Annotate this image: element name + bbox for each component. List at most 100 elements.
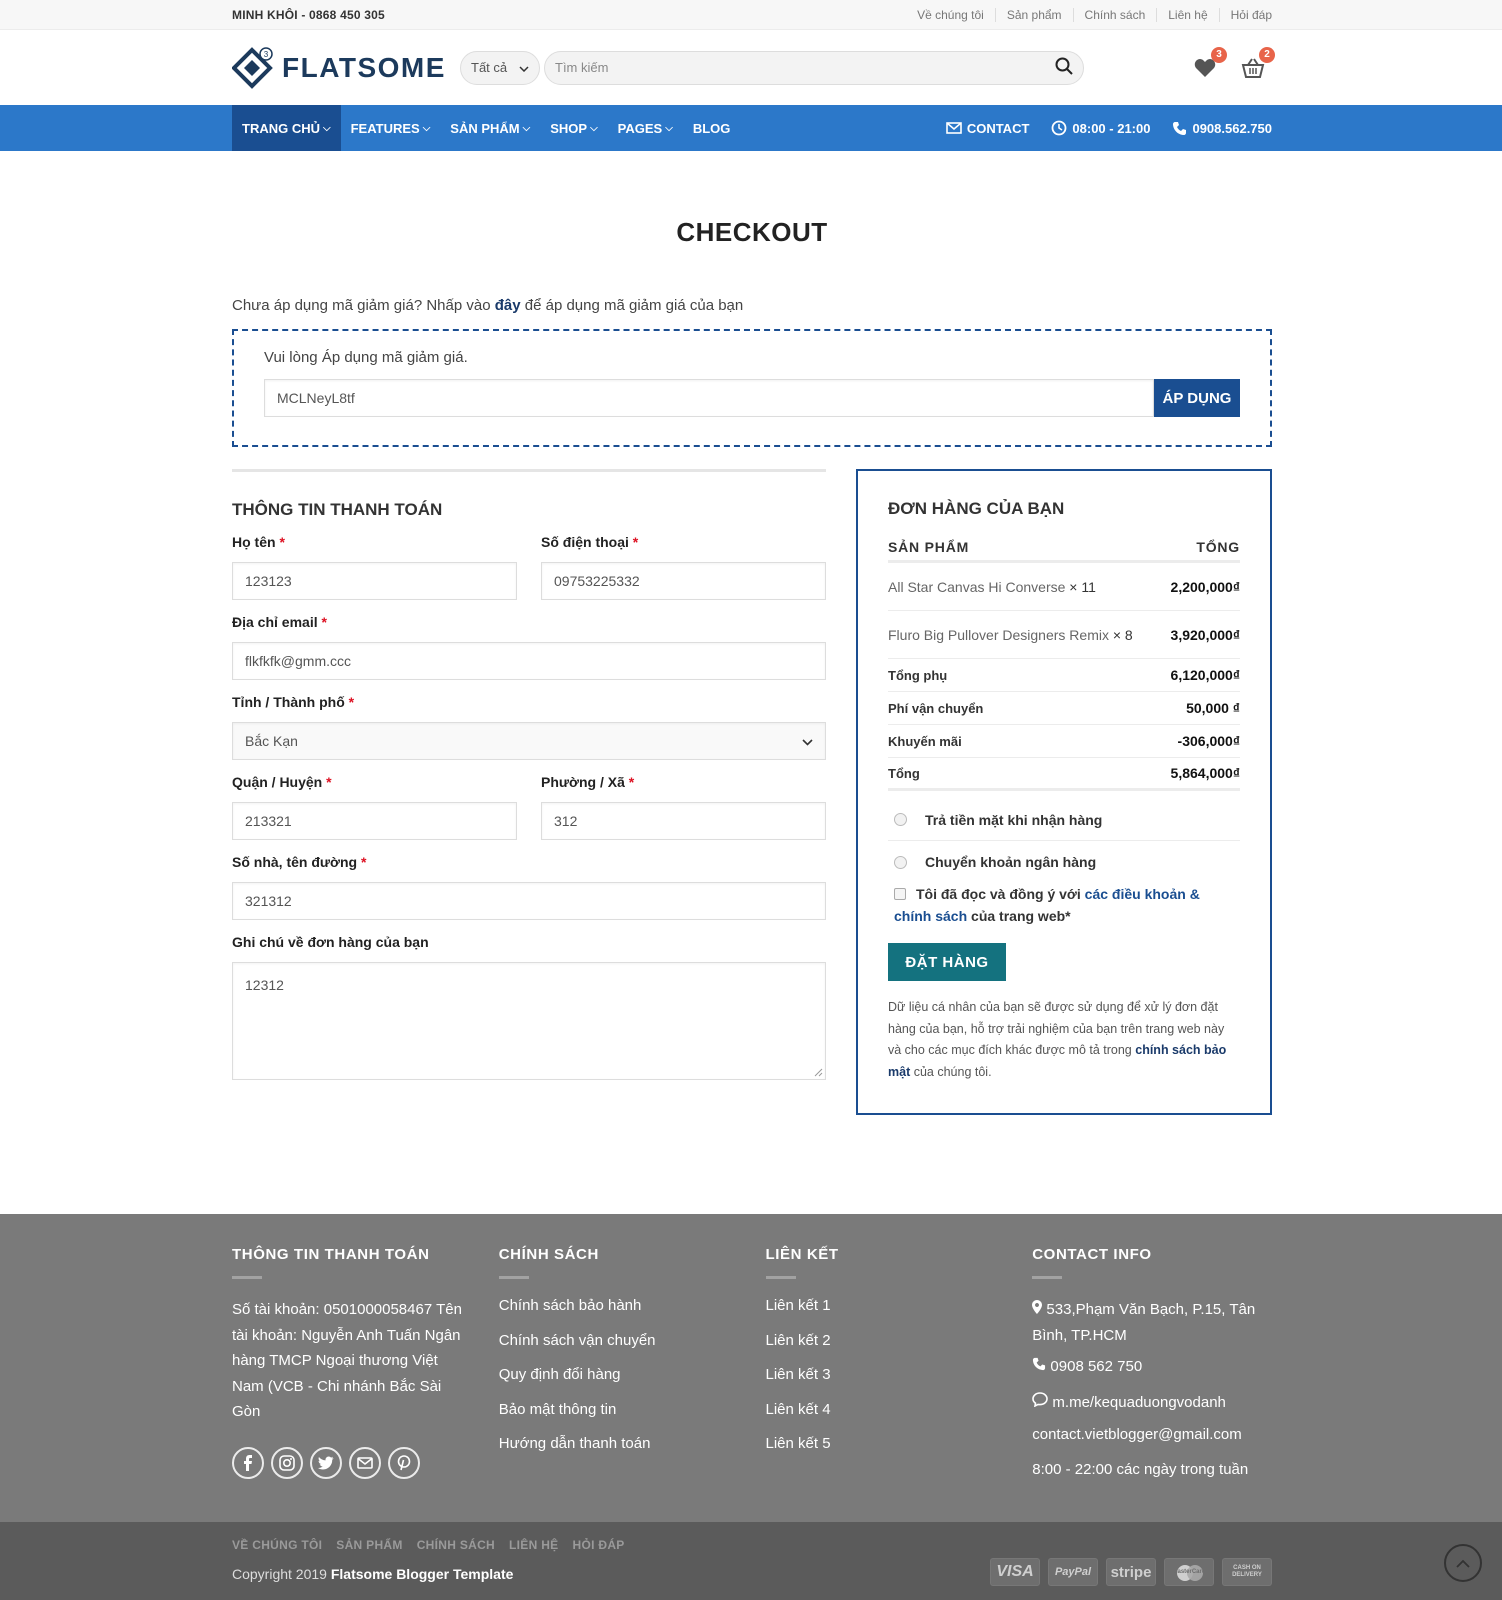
ward-field[interactable]: 312: [541, 802, 826, 840]
nav-item-pages[interactable]: PAGES ⌵: [608, 105, 683, 151]
mastercard-text: MasterCard: [1172, 1569, 1206, 1575]
copyright-brand: Flatsome Blogger Template: [330, 1566, 514, 1582]
bottom-link-about[interactable]: VỀ CHÚNG TÔI: [232, 1538, 322, 1552]
logo[interactable]: 3 FLATSOME: [232, 46, 460, 90]
terms-checkbox[interactable]: [894, 888, 906, 900]
district-field[interactable]: 213321: [232, 802, 517, 840]
coupon-prompt-text: Chưa áp dụng mã giảm giá? Nhấp vào: [232, 297, 491, 314]
order-table-header: SẢN PHẨM TỔNG: [888, 533, 1240, 563]
pinterest-icon[interactable]: [388, 1446, 420, 1479]
chevron-down-icon: ⌵: [665, 122, 673, 134]
footer-divider: [232, 1276, 262, 1279]
place-order-button[interactable]: ĐẶT HÀNG: [888, 943, 1006, 981]
footer-link-2[interactable]: Liên kết 2: [766, 1332, 1033, 1367]
footer-email[interactable]: contact.vietblogger@gmail.com: [1032, 1426, 1272, 1461]
footer-link-privacy[interactable]: Bảo mật thông tin: [499, 1401, 766, 1436]
footer-address: 533,Phạm Văn Bạch, P.15, Tân Bình, TP.HC…: [1032, 1297, 1272, 1348]
top-link-faq[interactable]: Hỏi đáp: [1218, 8, 1272, 22]
coupon-input[interactable]: MCLNeyL8tf: [264, 379, 1154, 417]
footer-link-1[interactable]: Liên kết 1: [766, 1297, 1033, 1332]
name-label: Họ tên *: [232, 534, 285, 550]
cod-radio[interactable]: [894, 813, 907, 826]
total-label: Tổng: [888, 765, 920, 781]
discount-label: Khuyến mãi: [888, 733, 962, 749]
phone-label: Số điện thoại *: [541, 534, 639, 550]
email-field[interactable]: flkfkfk@gmm.ccc: [232, 642, 826, 680]
copyright-text: Copyright 2019: [232, 1566, 327, 1582]
back-to-top-button[interactable]: [1444, 1544, 1482, 1582]
stripe-icon: stripe: [1106, 1558, 1156, 1586]
bottom-bar: VỀ CHÚNG TÔI SẢN PHẨM CHÍNH SÁCH LIÊN HỆ…: [0, 1522, 1502, 1600]
bank-info-text: Số tài khoản: 0501000058467 Tên tài khoả…: [232, 1301, 462, 1420]
header-icons: 3 2: [1192, 46, 1275, 81]
facebook-icon[interactable]: [232, 1446, 264, 1479]
shipping-row: Phí vận chuyển 50,000 ₫: [888, 692, 1240, 725]
terms-text-after: của trang web: [971, 908, 1066, 924]
footer-address-text: 533,Phạm Văn Bạch, P.15, Tân Bình, TP.HC…: [1032, 1301, 1256, 1344]
notes-textarea[interactable]: 12312: [232, 962, 826, 1080]
street-field[interactable]: 321312: [232, 882, 826, 920]
required-mark: *: [326, 774, 332, 790]
order-item-name: All Star Canvas Hi Converse × 11: [888, 578, 1096, 595]
nav-contact[interactable]: CONTACT: [946, 121, 1029, 136]
cart-button[interactable]: 2: [1240, 46, 1275, 81]
nav-item-shop[interactable]: SHOP ⌵: [540, 105, 607, 151]
top-link-products[interactable]: Sản phẩm: [994, 8, 1073, 22]
top-link-about[interactable]: Về chúng tôi: [906, 8, 995, 22]
category-select[interactable]: Tất cả: [460, 50, 540, 85]
coupon-toggle-link[interactable]: đây: [495, 297, 521, 314]
nav-item-features[interactable]: FEATURES ⌵: [341, 105, 441, 151]
nav-right: CONTACT 08:00 - 21:00 0908.562.750: [946, 120, 1272, 136]
chevron-down-icon: ⌵: [323, 122, 331, 134]
name-field[interactable]: 123123: [232, 562, 517, 600]
instagram-icon[interactable]: [271, 1446, 303, 1479]
nav-phone-label: 0908.562.750: [1192, 120, 1272, 136]
bottom-links: VỀ CHÚNG TÔI SẢN PHẨM CHÍNH SÁCH LIÊN HỆ…: [232, 1538, 1272, 1552]
bottom-link-products[interactable]: SẢN PHẨM: [336, 1538, 402, 1552]
cod-label: Trả tiền mặt khi nhận hàng: [925, 811, 1103, 828]
email-icon[interactable]: [349, 1446, 381, 1479]
social-icons: [232, 1446, 499, 1479]
nav-phone[interactable]: 0908.562.750: [1172, 121, 1272, 136]
footer-link-shipping[interactable]: Chính sách vận chuyển: [499, 1332, 766, 1367]
required-mark: *: [348, 694, 355, 710]
payment-method-bank[interactable]: Chuyển khoản ngân hàng: [888, 841, 1240, 883]
apply-coupon-button[interactable]: ÁP DỤNG: [1154, 379, 1240, 417]
main-nav: TRANG CHỦ ⌵ FEATURES ⌵ SẢN PHẨM ⌵ SHOP ⌵ PAG…: [0, 105, 1502, 151]
nav-item-home[interactable]: TRANG CHỦ ⌵: [232, 105, 341, 151]
nav-item-blog[interactable]: BLOG: [683, 105, 741, 151]
footer-messenger-text: m.me/kequaduongvodanh: [1052, 1393, 1226, 1411]
bottom-link-policy[interactable]: CHÍNH SÁCH: [417, 1538, 495, 1552]
footer-link-4[interactable]: Liên kết 4: [766, 1401, 1033, 1436]
phone-field[interactable]: 09753225332: [541, 562, 826, 600]
phone-group: Số điện thoại * 09753225332: [541, 534, 826, 600]
bottom-link-faq[interactable]: HỎI ĐÁP: [572, 1538, 624, 1552]
notes-group: Ghi chú về đơn hàng của bạn 12312: [232, 934, 826, 1080]
top-link-policy[interactable]: Chính sách: [1072, 8, 1157, 22]
twitter-icon[interactable]: [310, 1446, 342, 1479]
city-select[interactable]: Bắc Kạn: [232, 722, 826, 760]
wishlist-count-badge: 3: [1211, 46, 1227, 63]
footer-link-5[interactable]: Liên kết 5: [766, 1435, 1033, 1470]
discount-value: -306,000₫: [1177, 733, 1240, 749]
search-icon[interactable]: [1055, 57, 1073, 78]
cash-on-delivery-icon: CASH ON DELIVERY: [1222, 1558, 1272, 1586]
nav-hours-label: 08:00 - 21:00: [1072, 120, 1151, 136]
top-link-contact[interactable]: Liên hệ: [1156, 8, 1218, 22]
footer-link-warranty[interactable]: Chính sách bảo hành: [499, 1297, 766, 1332]
bottom-link-contact[interactable]: LIÊN HỆ: [509, 1538, 558, 1552]
payment-method-cod[interactable]: Trả tiền mặt khi nhận hàng: [888, 799, 1240, 841]
payment-icons: VISA PayPal stripe MasterCard CASH ON DE…: [990, 1558, 1272, 1586]
footer-messenger[interactable]: m.me/kequaduongvodanh: [1032, 1391, 1272, 1427]
footer-link-payment-guide[interactable]: Hướng dẫn thanh toán: [499, 1435, 766, 1470]
bank-radio[interactable]: [894, 855, 907, 869]
search-input[interactable]: Tìm kiếm: [544, 50, 1084, 85]
footer-phone[interactable]: 0908 562 750: [1032, 1357, 1272, 1392]
footer-phone-text: 0908 562 750: [1050, 1358, 1143, 1375]
wishlist-button[interactable]: 3: [1192, 46, 1227, 81]
resize-handle-icon[interactable]: [814, 1068, 823, 1077]
footer-link-3[interactable]: Liên kết 3: [766, 1366, 1033, 1401]
footer-link-returns[interactable]: Quy định đổi hàng: [499, 1366, 766, 1401]
coupon-label: Vui lòng Áp dụng mã giảm giá.: [264, 349, 468, 366]
nav-item-products[interactable]: SẢN PHẨM ⌵: [440, 105, 540, 151]
